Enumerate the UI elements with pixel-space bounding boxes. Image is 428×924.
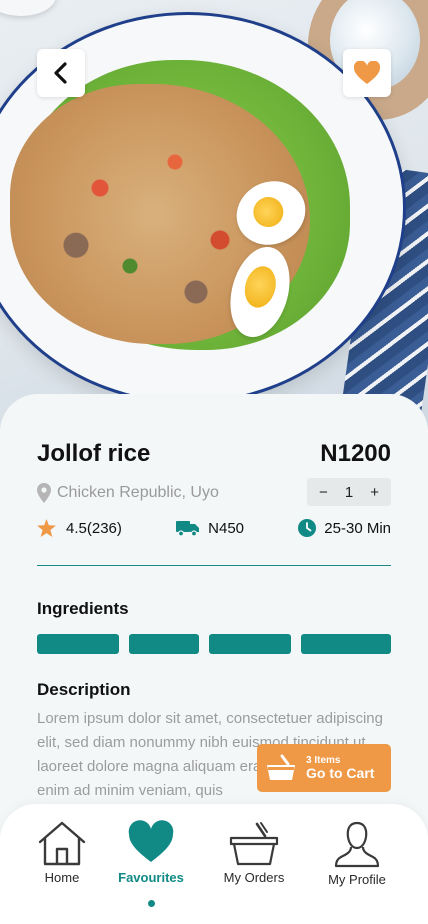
delivery-fee-value: N450 bbox=[208, 519, 245, 537]
ingredient-item[interactable] bbox=[301, 634, 391, 654]
increment-button[interactable]: + bbox=[370, 484, 379, 501]
nav-my-orders[interactable]: My Orders bbox=[204, 820, 304, 885]
product-price: N1200 bbox=[320, 440, 391, 467]
truck-icon bbox=[176, 521, 200, 537]
cart-button-label: Go to Cart bbox=[306, 764, 375, 781]
clock-icon bbox=[298, 519, 317, 537]
quantity-stepper[interactable]: − 1 + bbox=[307, 478, 391, 506]
ingredient-item[interactable] bbox=[129, 634, 199, 654]
nav-favourites[interactable]: Favourites bbox=[101, 820, 201, 885]
nav-my-profile[interactable]: My Profile bbox=[307, 820, 407, 887]
heart-icon bbox=[353, 61, 381, 84]
divider bbox=[37, 565, 391, 566]
nav-my-orders-label: My Orders bbox=[223, 870, 285, 885]
favorite-button[interactable] bbox=[343, 49, 391, 97]
restaurant-location: Chicken Republic, Uyo bbox=[37, 483, 219, 503]
active-indicator bbox=[148, 900, 155, 907]
person-icon bbox=[334, 821, 380, 868]
ingredients-list bbox=[37, 634, 391, 654]
star-icon bbox=[37, 519, 56, 537]
quantity-value: 1 bbox=[344, 483, 354, 501]
basket-icon bbox=[267, 754, 295, 780]
delivery-fee: N450 bbox=[176, 519, 244, 537]
ingredient-item[interactable] bbox=[209, 634, 291, 654]
nav-favourites-label: Favourites bbox=[118, 870, 184, 885]
go-to-cart-button[interactable]: 3 Items Go to Cart bbox=[257, 744, 391, 792]
ingredient-item[interactable] bbox=[37, 634, 119, 654]
rating-value: 4.5(236) bbox=[66, 519, 122, 537]
delivery-time: 25-30 Min bbox=[298, 519, 391, 537]
ingredients-title: Ingredients bbox=[37, 599, 129, 618]
rating: 4.5(236) bbox=[37, 519, 122, 537]
home-icon bbox=[38, 821, 86, 866]
chevron-left-icon bbox=[54, 62, 67, 84]
heart-icon bbox=[128, 820, 174, 862]
basket-icon bbox=[229, 822, 279, 866]
nav-home-label: Home bbox=[44, 870, 80, 885]
product-meta: 4.5(236) N450 25-30 Min bbox=[37, 516, 391, 540]
map-pin-icon bbox=[37, 483, 51, 503]
description-title: Description bbox=[37, 680, 131, 699]
location-text: Chicken Republic, Uyo bbox=[57, 484, 219, 501]
side-bowl bbox=[0, 0, 56, 16]
product-name: Jollof rice bbox=[37, 440, 151, 467]
decrement-button[interactable]: − bbox=[319, 484, 328, 501]
back-button[interactable] bbox=[37, 49, 85, 97]
nav-home[interactable]: Home bbox=[12, 820, 112, 885]
nav-my-profile-label: My Profile bbox=[328, 872, 386, 887]
delivery-time-value: 25-30 Min bbox=[324, 519, 391, 537]
